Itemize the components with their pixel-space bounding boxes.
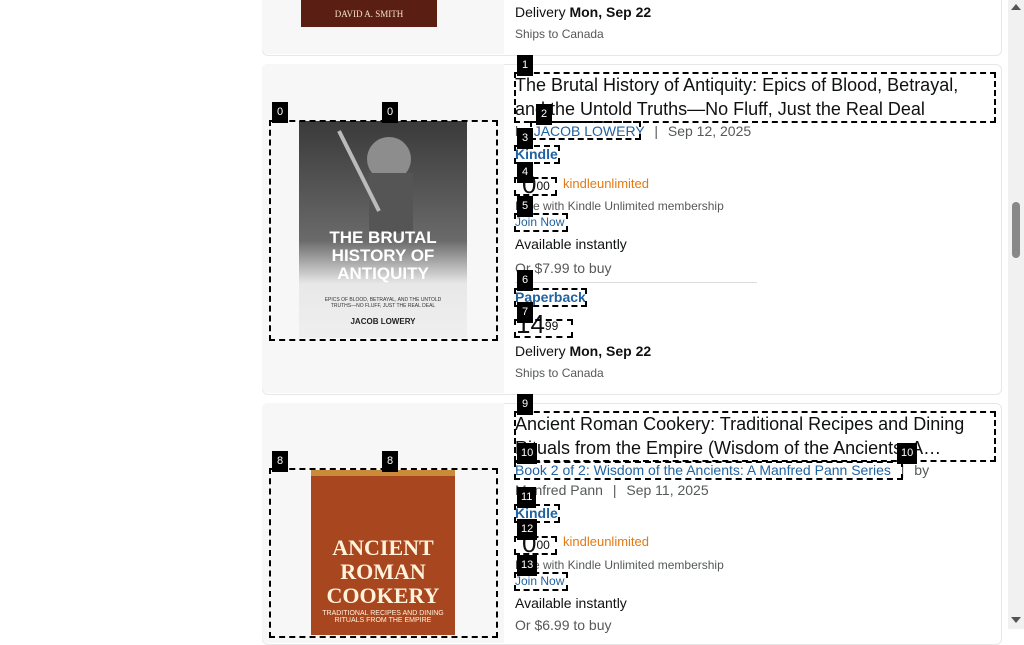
vertical-scrollbar[interactable] <box>1008 0 1024 629</box>
kindle-unlimited-logo-1: kindleunlimited <box>563 176 649 191</box>
delivery-prefix: Delivery <box>515 343 566 359</box>
marker-1: 1 <box>517 55 533 76</box>
publish-date-2: Sep 11, 2025 <box>626 482 709 498</box>
or-buy-2: Or $6.99 to buy <box>515 617 612 633</box>
book-cover-previous[interactable]: DAVID A. SMITH <box>301 0 437 27</box>
publish-date-1: Sep 12, 2025 <box>667 123 752 139</box>
marker-12: 12 <box>517 519 538 540</box>
available-instantly-1: Available instantly <box>515 236 627 252</box>
scroll-down-arrow-icon[interactable] <box>1011 617 1021 623</box>
marker-5: 5 <box>517 196 533 217</box>
separator: | <box>612 482 617 498</box>
delivery-date: Mon, Sep 22 <box>569 343 652 359</box>
ku-note-1: Free with Kindle Unlimited membership <box>515 199 724 213</box>
by-label: by <box>914 462 930 478</box>
marker-9: 9 <box>517 394 533 415</box>
marker-3: 3 <box>517 128 533 149</box>
title-target-box-1 <box>514 72 996 123</box>
marker-13: 13 <box>517 555 538 576</box>
marker-0a: 0 <box>272 102 288 123</box>
delivery-prefix: Delivery <box>515 4 566 20</box>
delivery-line-previous: Delivery Mon, Sep 22 <box>515 4 651 20</box>
divider-1 <box>515 282 757 283</box>
ships-to-previous: Ships to Canada <box>515 27 604 41</box>
ku-logo-text: kindleunlimited <box>563 176 649 191</box>
cover-author-previous: DAVID A. SMITH <box>334 9 404 19</box>
byline-2: Manfred Pann | Sep 11, 2025 <box>515 482 709 498</box>
delivery-line-1: Delivery Mon, Sep 22 <box>515 343 651 359</box>
marker-8a: 8 <box>272 451 288 472</box>
scrollbar-thumb[interactable] <box>1012 202 1020 258</box>
cover-target-box-2 <box>269 468 498 638</box>
cover-target-box-1 <box>269 120 498 341</box>
ku-logo-text: kindleunlimited <box>563 534 649 549</box>
marker-8b: 8 <box>382 451 398 472</box>
separator: | <box>654 123 658 139</box>
marker-6: 6 <box>517 270 533 291</box>
scroll-up-arrow-icon[interactable] <box>1011 4 1021 10</box>
marker-2: 2 <box>536 104 552 125</box>
ships-to-1: Ships to Canada <box>515 366 604 380</box>
kindle-unlimited-logo-2: kindleunlimited <box>563 534 649 549</box>
marker-10b: 10 <box>897 443 918 464</box>
marker-4: 4 <box>517 162 533 183</box>
title-target-box-2 <box>514 411 996 462</box>
available-instantly-2: Available instantly <box>515 595 627 611</box>
marker-7: 7 <box>517 302 533 323</box>
marker-0b: 0 <box>382 102 398 123</box>
marker-10a: 10 <box>517 443 538 464</box>
series-target-box-2 <box>514 461 903 480</box>
ku-note-2: Free with Kindle Unlimited membership <box>515 558 724 572</box>
delivery-date: Mon, Sep 22 <box>569 4 652 20</box>
